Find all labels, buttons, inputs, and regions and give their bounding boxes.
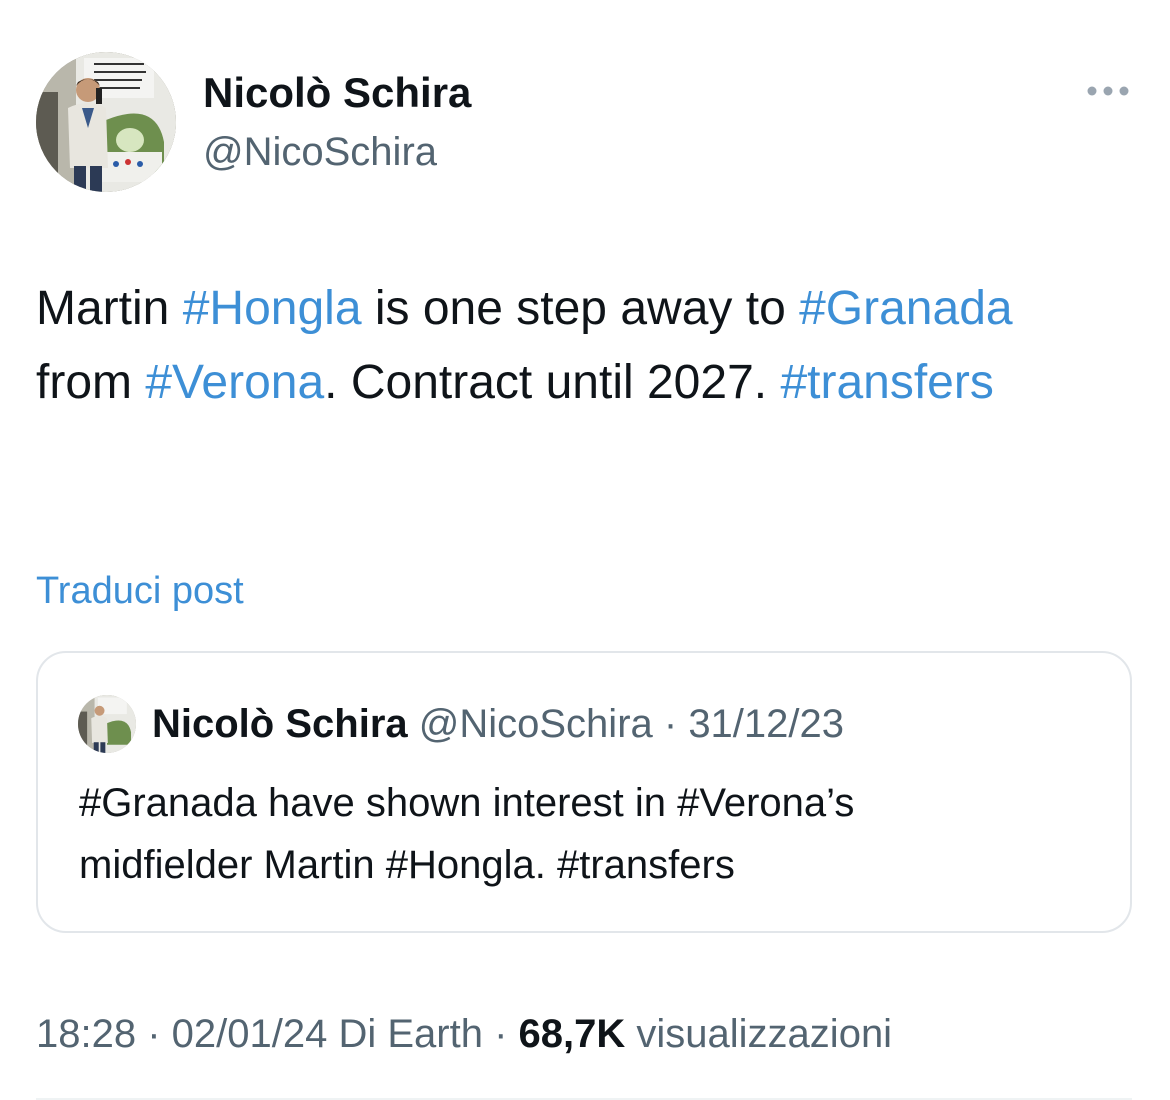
tweet-date[interactable]: 02/01/24 — [172, 1012, 328, 1056]
translate-post-link[interactable]: Traduci post — [36, 567, 244, 615]
tweet-source: Di Earth — [338, 1012, 483, 1056]
tweet-text-segment: is one step away to — [361, 282, 800, 335]
separator-dot: · — [482, 1012, 519, 1056]
quoted-author-display-name[interactable]: Nicolò Schira — [152, 702, 408, 746]
author-handle[interactable]: @NicoSchira — [203, 128, 437, 176]
tweet-meta-line: 18:28 · 02/01/24 Di Earth · 68,7K visual… — [36, 1008, 892, 1060]
quoted-tweet-card[interactable]: Nicolò Schira @NicoSchira · 31/12/23 #Gr… — [36, 651, 1132, 933]
separator-dot: · — [652, 702, 689, 746]
quoted-tweet-date[interactable]: 31/12/23 — [688, 702, 844, 746]
views-label[interactable]: visualizzazioni — [636, 1012, 892, 1056]
views-count[interactable]: 68,7K — [519, 1012, 626, 1056]
quoted-tweet-line: midfielder Martin #Hongla. #transfers — [79, 843, 735, 887]
hashtag-verona-link[interactable]: #Verona — [145, 356, 324, 409]
profile-photo-icon — [78, 695, 136, 753]
author-display-name[interactable]: Nicolò Schira — [203, 68, 471, 118]
hashtag-transfers-link[interactable]: #transfers — [780, 356, 993, 409]
hashtag-granada-link[interactable]: #Granada — [799, 282, 1013, 335]
tweet-text: Martin #Hongla is one step away to #Gran… — [36, 272, 1036, 420]
author-avatar[interactable] — [36, 52, 176, 192]
quoted-author-handle[interactable]: @NicoSchira — [419, 702, 653, 746]
tweet-text-segment: from — [36, 356, 146, 409]
tweet-time[interactable]: 18:28 — [36, 1012, 136, 1056]
tweet-text-segment: Martin — [36, 282, 183, 335]
quoted-tweet-header: Nicolò Schira @NicoSchira · 31/12/23 — [152, 699, 844, 749]
hashtag-hongla-link[interactable]: #Hongla — [183, 282, 362, 335]
separator-dot: · — [136, 1012, 172, 1056]
more-dots-icon — [1087, 86, 1129, 96]
quoted-author-avatar[interactable] — [78, 695, 136, 753]
quoted-tweet-line: #Granada have shown interest in #Verona’… — [79, 781, 855, 825]
quoted-tweet-text: #Granada have shown interest in #Verona’… — [79, 772, 1079, 896]
more-options-button[interactable] — [1082, 76, 1134, 106]
tweet-text-segment: . Contract until 2027. — [324, 356, 781, 409]
profile-photo-icon — [36, 52, 176, 192]
